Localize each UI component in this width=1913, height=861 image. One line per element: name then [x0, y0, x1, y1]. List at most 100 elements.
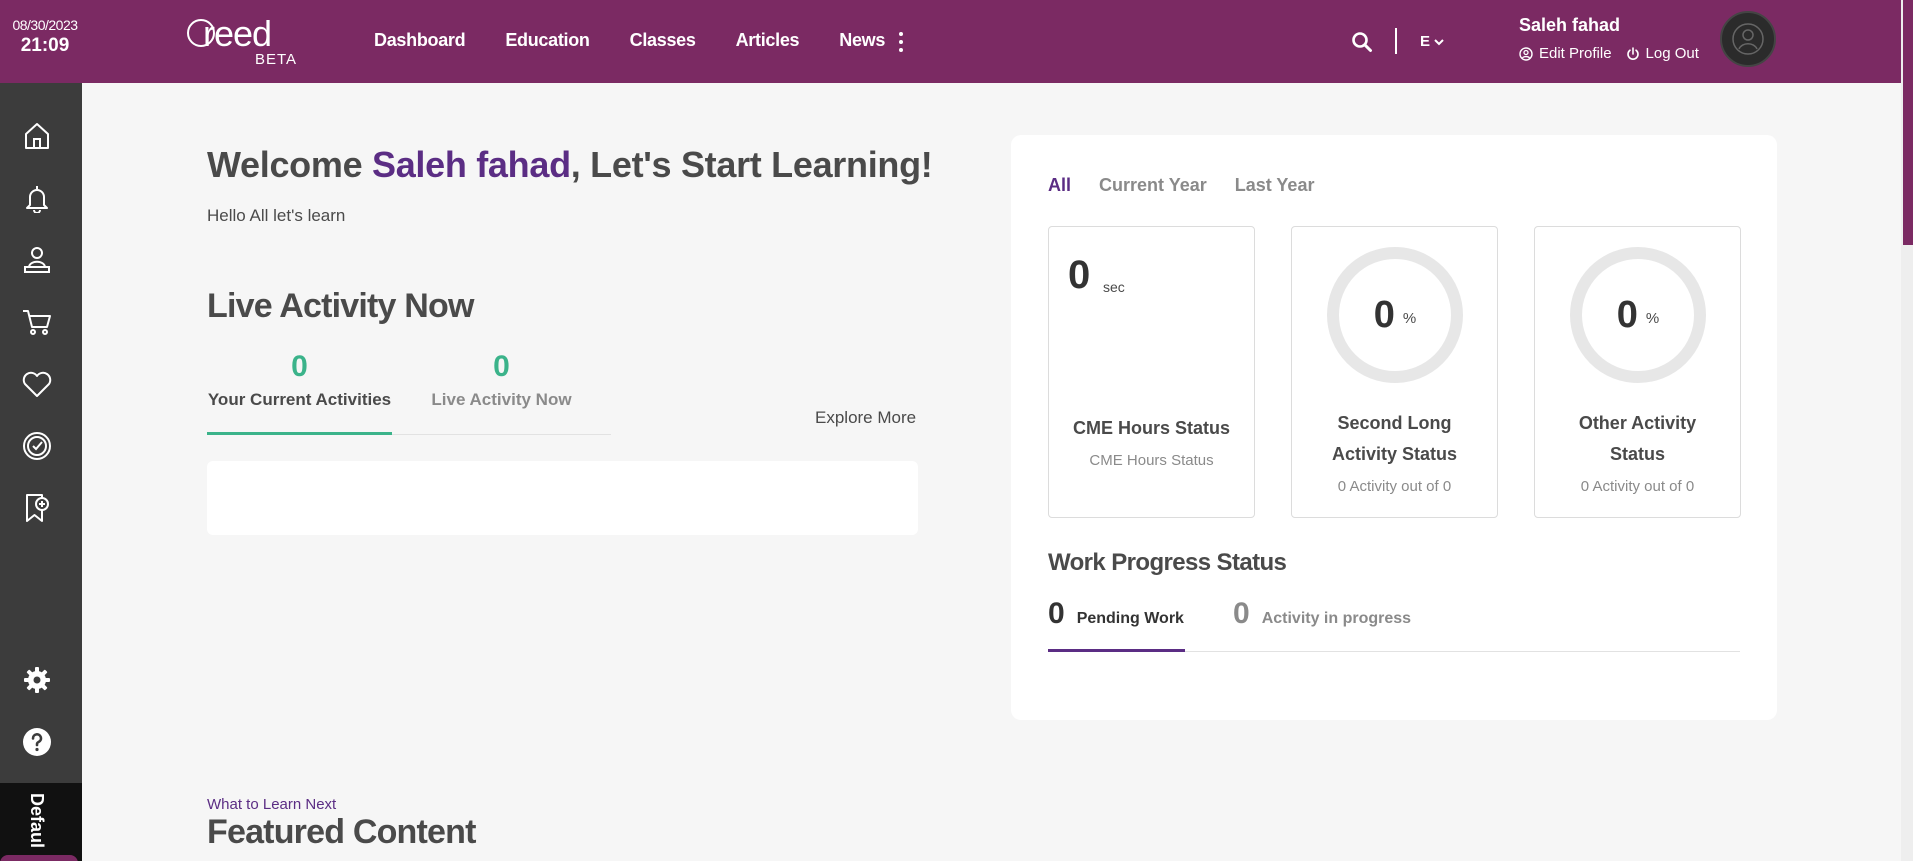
sidebar-tab-pill: [0, 855, 78, 861]
current-activities-count: 0: [291, 350, 308, 383]
what-to-learn-next: What to Learn Next: [207, 796, 337, 813]
logo-word: reed: [203, 13, 272, 54]
other-activity-title-line1: Other Activity: [1578, 413, 1697, 433]
page-scrollbar[interactable]: [1901, 0, 1913, 861]
second-long-title-line1: Second Long: [1337, 413, 1452, 433]
tab-current-activities[interactable]: 0 Your Current Activities: [207, 350, 392, 435]
chevron-down-icon: [1434, 38, 1444, 45]
nav-classes[interactable]: Classes: [630, 30, 696, 51]
sidebar-tab-label: Defaul: [27, 793, 47, 849]
power-icon: [1626, 46, 1639, 60]
sidebar-item-settings[interactable]: [20, 663, 54, 697]
nav-dashboard[interactable]: Dashboard: [374, 30, 466, 51]
sidebar-item-bookmarks[interactable]: [20, 491, 54, 525]
sidebar: Defaul: [0, 83, 82, 861]
second-long-sub: 0 Activity out of 0: [1337, 478, 1452, 495]
tab-live-activity[interactable]: 0 Live Activity Now: [429, 350, 574, 410]
other-activity-unit: %: [1645, 309, 1660, 327]
nav-articles[interactable]: Articles: [736, 30, 800, 51]
status-panel: All Current Year Last Year 0 sec CME Hou…: [1011, 135, 1777, 720]
sidebar-item-certificates[interactable]: [20, 429, 54, 463]
other-activity-progress-ring: 0%: [1570, 247, 1706, 383]
current-time: 21:09: [20, 35, 70, 56]
sidebar-item-notifications[interactable]: [20, 181, 54, 215]
tab-last-year[interactable]: Last Year: [1235, 175, 1315, 196]
help-icon: [23, 728, 51, 756]
top-bar: 08/30/2023 21:09 reed BETA Dashboard Edu…: [0, 0, 1901, 83]
pending-work-count: 0: [1048, 597, 1065, 630]
second-long-activity-card: 0% Second Long Activity Status 0 Activit…: [1291, 226, 1498, 518]
sidebar-item-favorites[interactable]: [20, 367, 54, 401]
second-long-unit: %: [1402, 309, 1417, 327]
activity-tabs: 0 Your Current Activities 0 Live Activit…: [207, 350, 611, 435]
current-activities-label: Your Current Activities: [207, 390, 392, 409]
tab-pending-work[interactable]: 0 Pending Work: [1048, 597, 1185, 652]
welcome-heading: Welcome Saleh fahad, Let's Start Learnin…: [207, 144, 933, 186]
second-long-value: 0: [1373, 293, 1395, 336]
welcome-subtitle: Hello All let's learn: [207, 206, 346, 225]
cme-hours-sub: CME Hours Status: [1089, 452, 1214, 469]
welcome-user-name: Saleh fahad: [372, 144, 571, 185]
tab-activity-in-progress[interactable]: 0 Activity in progress: [1233, 597, 1411, 652]
pending-work-label: Pending Work: [1076, 610, 1184, 627]
cme-hours-card: 0 sec CME Hours Status CME Hours Status: [1048, 226, 1255, 518]
bookmark-add-icon: [26, 494, 49, 522]
avatar-icon: [1732, 23, 1764, 55]
search-icon[interactable]: [1351, 31, 1373, 53]
logo[interactable]: reed BETA: [187, 13, 302, 68]
second-long-title-line2: Activity Status: [1331, 444, 1458, 464]
edit-profile-link[interactable]: Edit Profile: [1519, 45, 1612, 62]
cart-icon: [23, 310, 51, 335]
sidebar-item-learner[interactable]: [20, 243, 54, 277]
nav-education[interactable]: Education: [505, 30, 590, 51]
cme-hours-value: 0: [1068, 253, 1091, 297]
explore-more-link[interactable]: Explore More: [815, 408, 916, 428]
avatar[interactable]: [1720, 11, 1776, 67]
work-progress-title: Work Progress Status: [1048, 549, 1287, 576]
sidebar-mode-tab[interactable]: Defaul: [0, 783, 82, 861]
sidebar-item-help[interactable]: [20, 725, 54, 759]
edit-profile-label: Edit Profile: [1539, 45, 1612, 62]
scrollbar-thumb[interactable]: [1903, 0, 1913, 245]
vertical-dots-icon[interactable]: [893, 30, 909, 54]
other-activity-card: 0% Other Activity Status 0 Activity out …: [1534, 226, 1741, 518]
home-icon: [25, 123, 49, 149]
activity-list-box: [207, 461, 918, 535]
header-divider: [1395, 28, 1397, 54]
gear-icon: [24, 667, 50, 693]
bell-icon: [26, 186, 48, 213]
current-date: 08/30/2023: [12, 17, 78, 33]
activity-in-progress-label: Activity in progress: [1261, 610, 1412, 627]
tab-all[interactable]: All: [1048, 175, 1071, 196]
user-circle-icon: [1519, 46, 1533, 61]
other-activity-sub: 0 Activity out of 0: [1580, 478, 1695, 495]
other-activity-title-line2: Status: [1609, 444, 1665, 464]
live-activity-title: Live Activity Now: [207, 287, 474, 325]
sidebar-item-cart[interactable]: [20, 305, 54, 339]
logout-link[interactable]: Log Out: [1626, 45, 1699, 62]
language-value: E: [1420, 33, 1431, 50]
live-activity-count: 0: [493, 350, 510, 383]
heart-icon: [22, 371, 52, 397]
badge-check-icon: [23, 432, 51, 460]
featured-content-title: Featured Content: [207, 813, 476, 851]
welcome-suffix: , Let's Start Learning!: [570, 144, 933, 185]
second-long-progress-ring: 0%: [1327, 247, 1463, 383]
user-links: Edit Profile Log Out: [1519, 45, 1699, 62]
activity-in-progress-count: 0: [1233, 597, 1250, 630]
learner-icon: [24, 247, 50, 273]
cme-hours-title: CME Hours Status: [1072, 418, 1231, 438]
main-nav: Dashboard Education Classes Articles New…: [374, 30, 885, 51]
live-activity-label: Live Activity Now: [431, 390, 572, 409]
tab-current-year[interactable]: Current Year: [1099, 175, 1207, 196]
work-progress-tabs: 0 Pending Work 0 Activity in progress: [1048, 597, 1740, 652]
welcome-prefix: Welcome: [207, 144, 372, 185]
user-name: Saleh fahad: [1519, 15, 1621, 35]
beta-badge: BETA: [255, 51, 298, 68]
other-activity-value: 0: [1616, 293, 1638, 336]
sidebar-item-home[interactable]: [20, 119, 54, 153]
logout-label: Log Out: [1645, 45, 1699, 62]
date-time: 08/30/2023 21:09: [10, 18, 80, 55]
language-select[interactable]: E: [1420, 33, 1444, 50]
nav-news[interactable]: News: [839, 30, 885, 51]
